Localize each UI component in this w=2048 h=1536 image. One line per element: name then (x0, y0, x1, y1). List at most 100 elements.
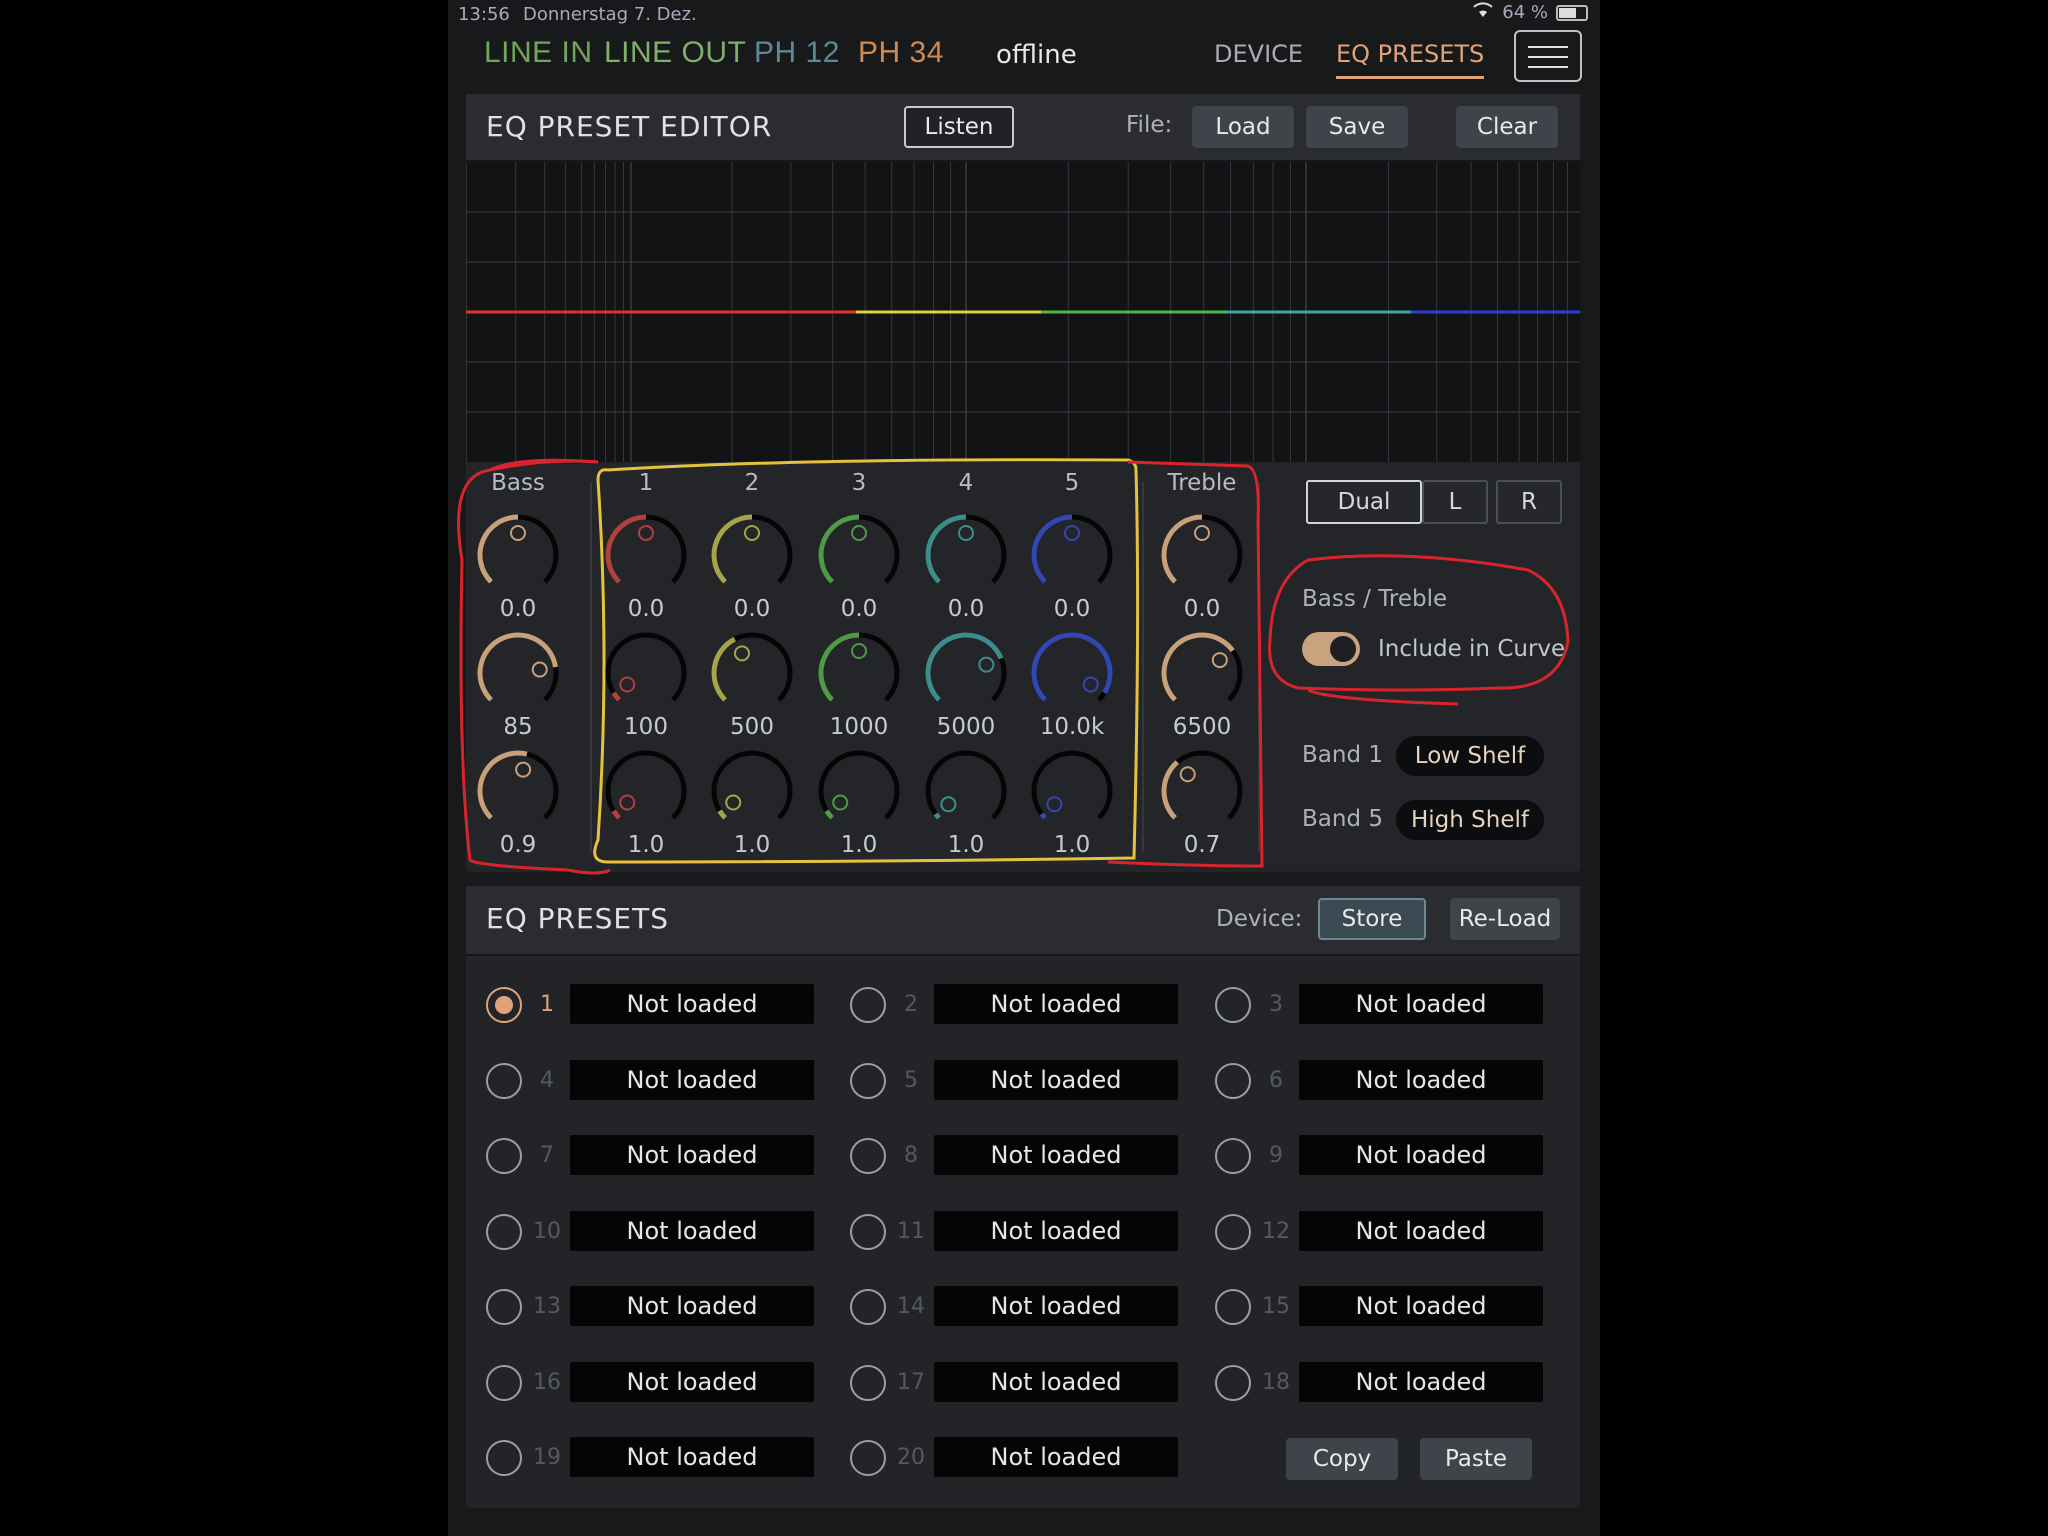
listen-button[interactable]: Listen (904, 106, 1014, 148)
preset-radio[interactable] (850, 1213, 886, 1250)
preset-number: 20 (897, 1445, 925, 1470)
clear-button[interactable]: Clear (1456, 106, 1558, 148)
mode-right-button[interactable]: R (1496, 480, 1562, 524)
band-4-freq-knob[interactable] (921, 628, 1011, 718)
preset-number: 16 (533, 1369, 561, 1395)
preset-radio[interactable] (850, 1364, 886, 1401)
preset-radio[interactable] (1215, 987, 1251, 1023)
preset-name-field[interactable]: Not loaded (934, 1135, 1178, 1175)
preset-radio[interactable] (1215, 1138, 1251, 1174)
preset-radio[interactable] (1215, 1213, 1251, 1250)
knob-indicator (515, 761, 532, 778)
knob-track (925, 750, 1007, 820)
preset-radio[interactable] (486, 1062, 522, 1099)
preset-radio[interactable] (1215, 1062, 1251, 1099)
reload-button[interactable]: Re-Load (1450, 898, 1560, 940)
preset-name-field[interactable]: Not loaded (1299, 1059, 1543, 1100)
treble-gain-knob[interactable] (1157, 510, 1247, 600)
preset-slot: 9 Not loaded (1215, 1135, 1555, 1177)
band-3-freq-value: 1000 (829, 714, 889, 740)
preset-radio[interactable] (850, 1289, 886, 1325)
band-4-q-knob[interactable] (921, 746, 1011, 836)
band-2-header: 2 (744, 470, 760, 496)
preset-name-field[interactable]: Not loaded (570, 984, 814, 1024)
treble-q-knob[interactable] (1157, 746, 1247, 836)
divider (590, 482, 592, 852)
preset-name-field[interactable]: Not loaded (934, 1210, 1178, 1251)
band-1-gain-knob[interactable] (601, 510, 691, 600)
preset-radio[interactable] (486, 987, 522, 1023)
paste-button[interactable]: Paste (1420, 1438, 1532, 1480)
band-1-freq-knob[interactable] (601, 628, 691, 718)
tab-line-in[interactable]: LINE IN (484, 36, 593, 70)
preset-name-field[interactable]: Not loaded (570, 1286, 814, 1326)
hamburger-menu-icon[interactable] (1514, 30, 1582, 82)
preset-radio[interactable] (486, 1213, 522, 1250)
band-5-q-knob[interactable] (1027, 746, 1117, 836)
band1-type-select[interactable]: Low Shelf (1396, 736, 1544, 776)
preset-slot: 17 Not loaded (850, 1361, 1190, 1404)
store-button[interactable]: Store (1318, 898, 1426, 940)
preset-radio[interactable] (850, 987, 886, 1023)
preset-radio[interactable] (850, 1138, 886, 1174)
band-3-q-knob[interactable] (814, 746, 904, 836)
preset-name-field[interactable]: Not loaded (570, 1210, 814, 1251)
band-1-q-knob[interactable] (601, 746, 691, 836)
band-3-freq-knob[interactable] (814, 628, 904, 718)
bass-q-knob[interactable] (473, 746, 563, 836)
preset-name-field[interactable]: Not loaded (1299, 1286, 1543, 1326)
preset-radio[interactable] (850, 1440, 886, 1476)
preset-name-field[interactable]: Not loaded (570, 1059, 814, 1100)
mode-left-button[interactable]: L (1422, 480, 1488, 524)
band-3-gain-knob[interactable] (814, 510, 904, 600)
band-3-gain-value: 0.0 (840, 596, 878, 622)
band-4-gain-knob[interactable] (921, 510, 1011, 600)
band-5-gain-knob[interactable] (1027, 510, 1117, 600)
preset-radio[interactable] (486, 1440, 522, 1476)
load-button[interactable]: Load (1192, 106, 1294, 148)
knob-indicator (510, 525, 526, 541)
preset-name-field[interactable]: Not loaded (934, 1361, 1178, 1402)
bass-gain-knob[interactable] (473, 510, 563, 600)
preset-name-field[interactable]: Not loaded (1299, 1210, 1543, 1251)
tab-device[interactable]: DEVICE (1214, 40, 1303, 68)
preset-radio[interactable] (486, 1364, 522, 1401)
preset-radio[interactable] (486, 1138, 522, 1174)
preset-name-field[interactable]: Not loaded (934, 1286, 1178, 1326)
preset-name-field[interactable]: Not loaded (570, 1135, 814, 1175)
preset-radio[interactable] (1215, 1289, 1251, 1325)
preset-name-field[interactable]: Not loaded (1299, 1361, 1543, 1402)
tab-ph-12[interactable]: PH 12 (754, 36, 840, 70)
mode-dual-button[interactable]: Dual (1306, 480, 1422, 524)
knob-value-arc (933, 812, 941, 820)
treble-gain-value: 0.0 (1183, 596, 1221, 622)
band-2-q-knob[interactable] (707, 746, 797, 836)
preset-name-field[interactable]: Not loaded (1299, 1135, 1543, 1175)
tab-line-out[interactable]: LINE OUT (604, 36, 746, 70)
preset-name-field[interactable]: Not loaded (570, 1437, 814, 1477)
band5-type-select[interactable]: High Shelf (1396, 800, 1544, 840)
bass-freq-knob[interactable] (473, 628, 563, 718)
band-2-gain-knob[interactable] (707, 510, 797, 600)
preset-name-field[interactable]: Not loaded (934, 1059, 1178, 1100)
treble-freq-knob[interactable] (1157, 628, 1247, 718)
preset-radio[interactable] (1215, 1364, 1251, 1401)
tab-ph-34[interactable]: PH 34 (858, 36, 944, 70)
knob-value-arc (477, 514, 519, 584)
preset-name-field[interactable]: Not loaded (570, 1361, 814, 1402)
save-button[interactable]: Save (1306, 106, 1408, 148)
band-2-freq-knob[interactable] (707, 628, 797, 718)
preset-name-field[interactable]: Not loaded (934, 1437, 1178, 1477)
eq-curve-graph[interactable] (466, 162, 1580, 462)
preset-radio[interactable] (850, 1062, 886, 1099)
band-2-q-value: 1.0 (733, 832, 771, 858)
preset-name-field[interactable]: Not loaded (934, 984, 1178, 1024)
band-2-gain-value: 0.0 (733, 596, 771, 622)
preset-name-field[interactable]: Not loaded (1299, 984, 1543, 1024)
tab-eq-presets[interactable]: EQ PRESETS (1336, 40, 1485, 79)
include-in-curve-toggle[interactable] (1302, 632, 1360, 666)
copy-button[interactable]: Copy (1286, 1438, 1398, 1480)
band-5-freq-knob[interactable] (1027, 628, 1117, 718)
treble-header: Treble (1167, 470, 1237, 496)
preset-radio[interactable] (486, 1289, 522, 1325)
